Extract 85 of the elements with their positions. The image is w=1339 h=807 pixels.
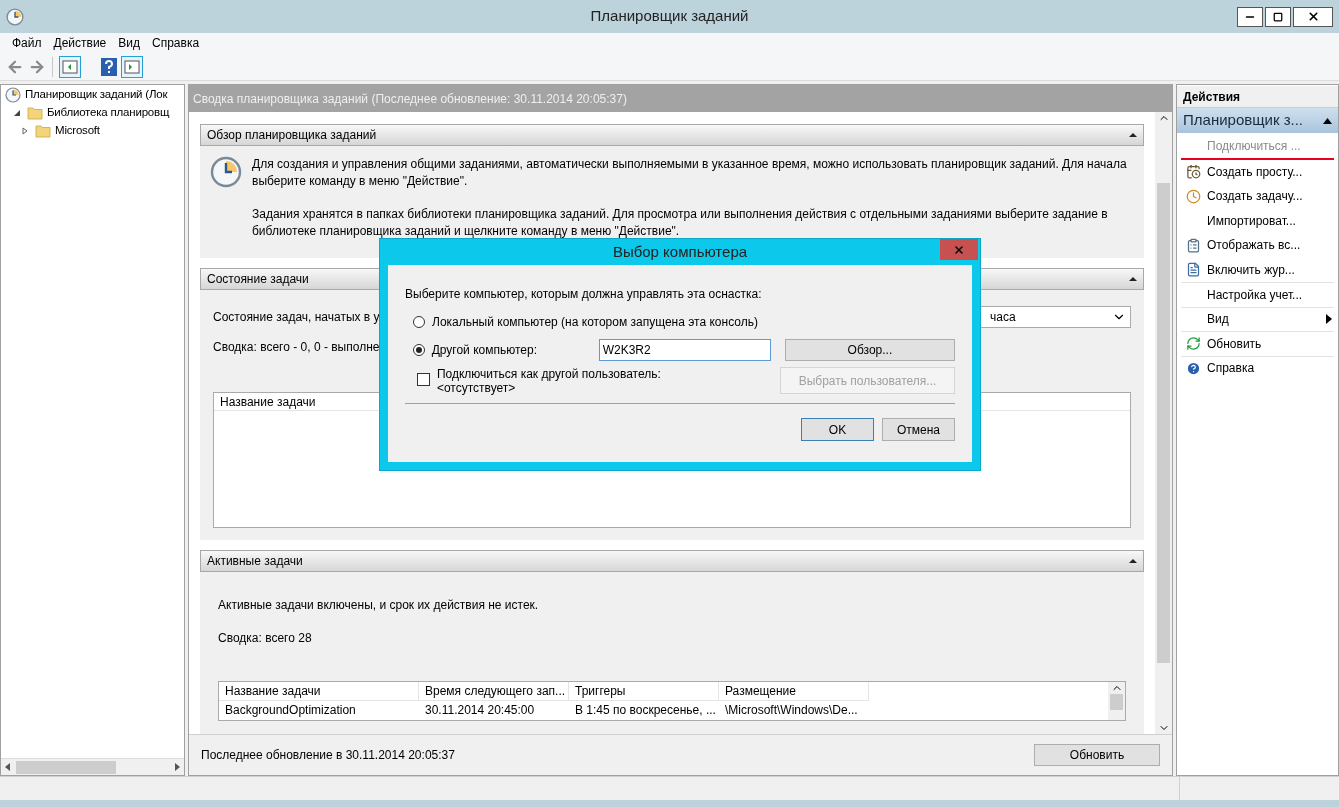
action-item[interactable]: Обновить [1181, 331, 1334, 356]
dialog-button[interactable]: OK [801, 418, 874, 441]
table-cell-text: \Microsoft\Windows\De... [724, 702, 859, 719]
tree-item[interactable]: Библиотека планировщ [47, 104, 170, 122]
column-header[interactable]: Название задачи [214, 393, 322, 410]
vertical-scrollbar[interactable] [1155, 112, 1172, 734]
collapse-triangle-icon[interactable] [1129, 276, 1137, 282]
app-clock-icon [6, 7, 24, 26]
column-header[interactable]: Триггеры [569, 682, 719, 701]
maximize-icon [1273, 11, 1283, 22]
menu-item[interactable]: Справка [148, 34, 204, 52]
section-title: Обзор планировщика заданий [207, 127, 377, 144]
action-item[interactable]: Отображать вс... [1181, 233, 1334, 258]
menu-item[interactable]: Действие [49, 34, 111, 52]
refresh-button[interactable]: Обновить [1034, 744, 1160, 766]
actions-header: Действия [1177, 86, 1338, 108]
active-description: Активные задачи включены, и срок их действия не истек. [218, 597, 539, 614]
maximize-button[interactable] [1265, 6, 1291, 27]
collapse-triangle-icon[interactable] [1129, 558, 1137, 564]
window-title: Планировщик заданий [590, 6, 749, 27]
action-item[interactable]: Включить жур... [1181, 257, 1334, 282]
computer-name-field[interactable]: W2K3R2 [598, 339, 771, 361]
checkbox-label: Подключиться как другой пользователь: [436, 367, 662, 381]
action-item[interactable]: Справка [1181, 355, 1334, 380]
table-cell-text: 30.11.2014 20:45:00 [424, 702, 536, 719]
collapse-triangle-icon[interactable] [1129, 132, 1137, 138]
column-header[interactable]: Время следующего зап... [419, 682, 569, 701]
clock-icon [1185, 188, 1201, 204]
radio-button[interactable] [413, 316, 425, 328]
status-summary: Сводка: всего - 0, 0 - выполне [213, 339, 380, 356]
current-user-text: <отсутствует> [436, 381, 517, 395]
last-update-text: Последнее обновление в 30.11.2014 20:05:37 [201, 747, 455, 764]
clock-icon [210, 156, 242, 188]
folder-icon [27, 106, 43, 120]
filter-label: Состояние задач, начатых в у [213, 309, 380, 326]
table-cell-text: В 1:45 по воскресенье, ... [574, 702, 717, 719]
dialog-title: Выбор компьютера [612, 241, 748, 262]
minimize-button[interactable] [1237, 6, 1263, 27]
action-item[interactable]: Вид [1181, 306, 1334, 331]
log-icon [1185, 262, 1201, 278]
submenu-arrow-icon [1326, 314, 1332, 325]
column-header[interactable]: Название задачи [219, 682, 419, 701]
summary-title: Сводка планировщика заданий (Последнее обновление: 30.11.2014 20:05:37) [193, 90, 627, 108]
scroll-left-icon[interactable] [5, 763, 10, 771]
expanded-triangle-icon[interactable] [13, 109, 23, 117]
radio-label: Другой компьютер: [431, 342, 538, 359]
dialog-button[interactable]: Отмена [882, 418, 955, 441]
close-icon [1306, 10, 1320, 23]
radio-button[interactable] [413, 344, 425, 356]
menu-item[interactable]: Файл [8, 34, 46, 52]
console-tree-icon[interactable] [59, 55, 81, 78]
section-title: Активные задачи [207, 553, 303, 570]
action-item[interactable]: Создать задачу... [1181, 184, 1334, 209]
overview-text: Задания хранятся в папках библиотеки планировщика заданий. Для просмотра или выполнения действия с отдельными заданиями выберите задание в библиотеке планировщика заданий и щелкните команду в меню "Действие". [252, 206, 1109, 240]
overview-text: Для создания и управления общими заданиями, автоматически выполняемыми в указанное время, можно использовать планировщик заданий. Для начала выберите команду в меню "Действие". [252, 156, 1128, 190]
action-item[interactable]: Создать просту... [1181, 159, 1334, 184]
action-item[interactable]: Настройка учет... [1181, 282, 1334, 307]
section-header[interactable]: Активные задачи [200, 550, 1144, 572]
table-cell-text: BackgroundOptimization [224, 702, 357, 719]
active-summary: Сводка: всего 28 [218, 630, 312, 647]
radio-label: Локальный компьютер (на котором запущена эта консоль) [432, 314, 758, 331]
help-icon [1185, 360, 1201, 376]
tree-item[interactable]: Планировщик заданий (Лок [25, 86, 168, 104]
vertical-scrollbar[interactable] [1108, 682, 1125, 720]
dialog-prompt: Выберите компьютер, которым должна управлять эта оснастка: [405, 286, 763, 303]
action-pane-icon[interactable] [121, 55, 143, 78]
folder-icon [35, 124, 51, 138]
horizontal-scrollbar[interactable] [1, 758, 184, 775]
clock-icon [5, 87, 21, 103]
close-icon [953, 243, 965, 256]
section-header[interactable]: Обзор планировщика заданий [200, 124, 1144, 146]
menu-item[interactable]: Вид [114, 34, 144, 52]
checkbox[interactable] [417, 373, 430, 386]
help-icon[interactable] [101, 57, 117, 76]
section-title: Состояние задачи [207, 271, 309, 288]
column-header[interactable]: Размещение [719, 682, 869, 701]
actions-group-header[interactable]: Планировщик з... [1177, 108, 1338, 133]
tree-item[interactable]: Microsoft [55, 122, 100, 140]
scroll-right-icon[interactable] [175, 763, 180, 771]
collapse-triangle-icon[interactable] [1323, 117, 1332, 124]
action-item[interactable]: Импортироват... [1181, 208, 1334, 233]
browse-button[interactable]: Обзор... [784, 339, 955, 361]
refresh-icon [1185, 336, 1201, 352]
close-button[interactable] [1293, 6, 1333, 27]
calendar-clock-icon [1185, 164, 1201, 180]
